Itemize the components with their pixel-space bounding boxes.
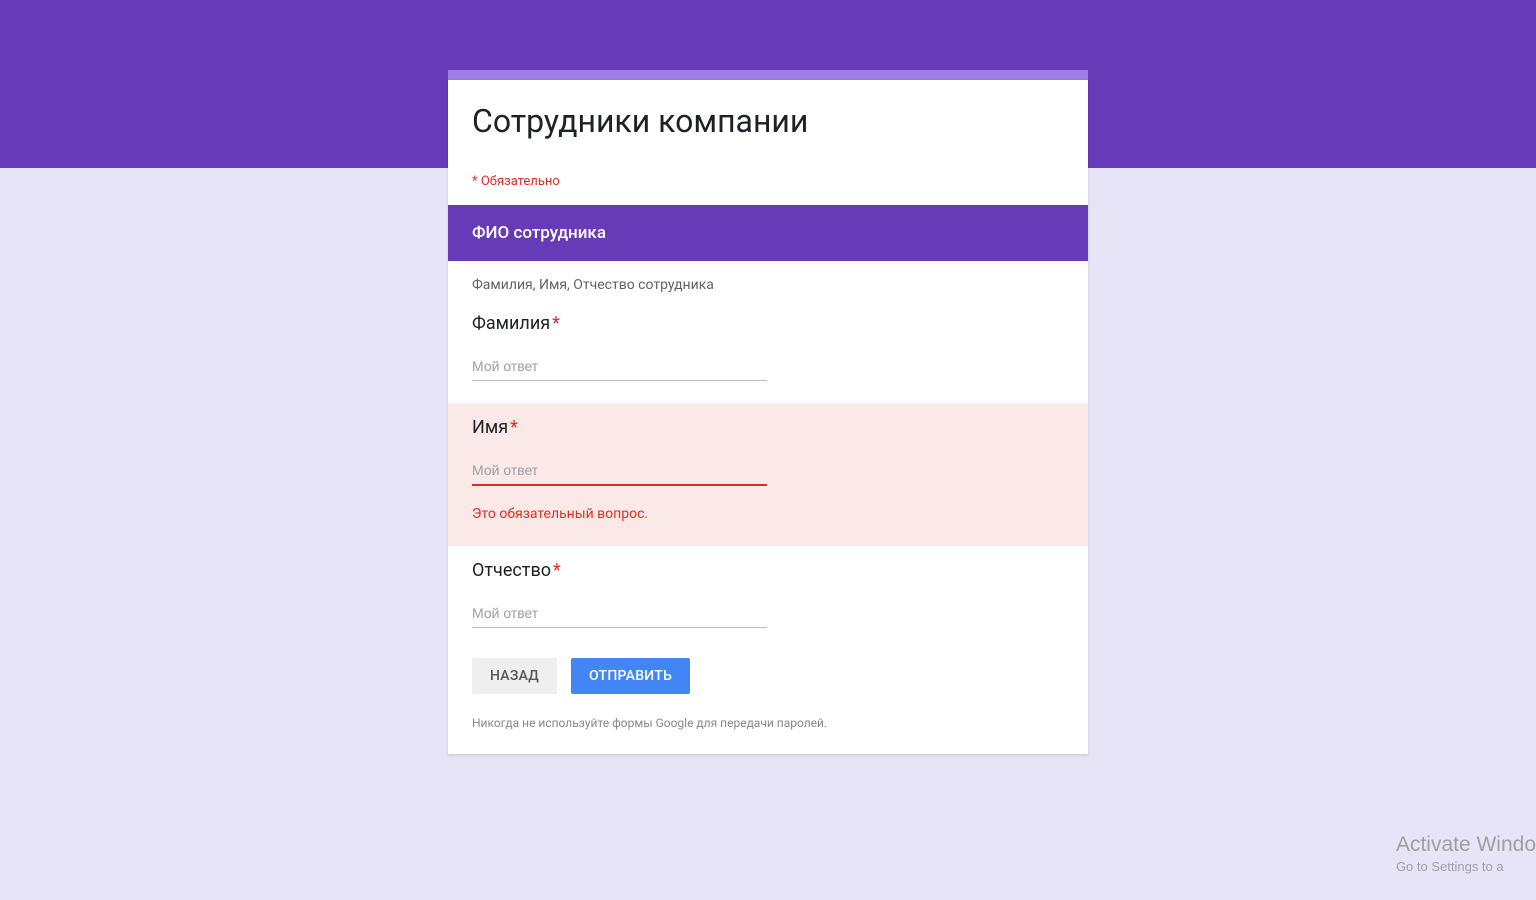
required-note: * Обязательно (472, 174, 1064, 189)
error-message: Это обязательный вопрос. (472, 506, 1064, 522)
question-label-text: Фамилия (472, 313, 550, 334)
lastname-input[interactable] (472, 352, 767, 381)
required-star-icon: * (553, 560, 561, 581)
submit-button[interactable]: ОТПРАВИТЬ (571, 658, 690, 694)
form-title: Сотрудники компании (472, 102, 1064, 140)
watermark-line2: Go to Settings to a (1396, 859, 1536, 874)
form-actions: НАЗАД ОТПРАВИТЬ (448, 650, 1088, 706)
required-star-icon: * (510, 417, 518, 438)
form-header: Сотрудники компании * Обязательно (448, 80, 1088, 205)
patronymic-input[interactable] (472, 599, 767, 628)
back-button[interactable]: НАЗАД (472, 658, 557, 694)
question-firstname: Имя* Это обязательный вопрос. (448, 403, 1088, 546)
section-title: ФИО сотрудника (448, 205, 1088, 261)
firstname-input[interactable] (472, 456, 767, 486)
question-label-text: Отчество (472, 560, 551, 581)
form-card-wrapper: Сотрудники компании * Обязательно ФИО со… (448, 0, 1088, 754)
question-patronymic: Отчество* (448, 546, 1088, 650)
question-label-text: Имя (472, 417, 508, 438)
windows-activation-watermark: Activate Windo Go to Settings to a (1396, 833, 1536, 874)
watermark-line1: Activate Windo (1396, 833, 1536, 857)
required-star-icon: * (552, 313, 560, 334)
form-card: Сотрудники компании * Обязательно ФИО со… (448, 80, 1088, 754)
question-label: Имя* (472, 417, 1064, 438)
question-lastname: Фамилия* (448, 299, 1088, 403)
disclaimer-text: Никогда не используйте формы Google для … (448, 706, 1088, 754)
section-description: Фамилия, Имя, Отчество сотрудника (448, 261, 1088, 299)
question-label: Отчество* (472, 560, 1064, 581)
accent-bar (448, 70, 1088, 80)
question-label: Фамилия* (472, 313, 1064, 334)
